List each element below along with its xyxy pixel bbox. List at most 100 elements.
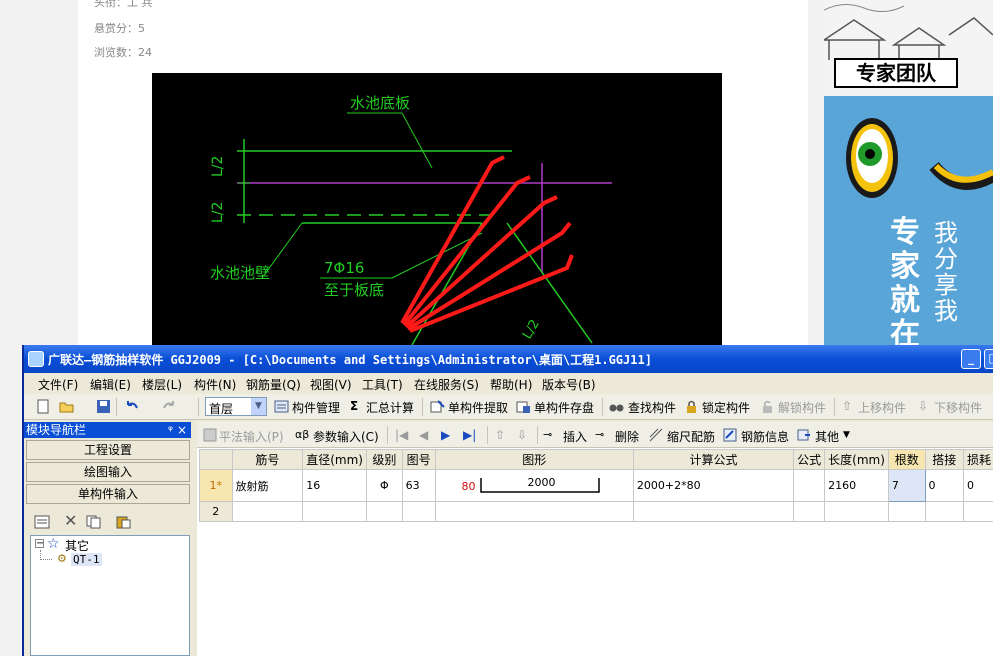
nav-drawing-input[interactable]: 绘图输入 (26, 462, 190, 482)
column-header-lap[interactable]: 搭接 (924, 449, 964, 470)
save-component-button[interactable]: 单构件存盘 (534, 399, 594, 416)
cell-lap[interactable]: 0 (924, 469, 964, 502)
component-manage-button[interactable]: 构件管理 (292, 399, 340, 416)
param-input-button[interactable]: 参数输入(C) (313, 428, 379, 445)
row-number[interactable]: 1* (199, 469, 233, 502)
page-gutter-right (808, 0, 824, 345)
copy-icon[interactable] (86, 515, 102, 529)
first-record-icon[interactable]: |◀ (395, 428, 408, 442)
cell-length[interactable] (824, 501, 889, 522)
rebar-info-button[interactable]: 钢筋信息 (741, 428, 789, 445)
cell-figure-no[interactable] (401, 501, 436, 522)
move-up-button[interactable]: 上移构件 (858, 399, 906, 416)
column-header-count[interactable]: 根数 (887, 449, 926, 470)
cell-lap[interactable] (924, 501, 964, 522)
properties-icon[interactable] (34, 515, 50, 529)
menu-rebar-qty[interactable]: 钢筋量(Q) (246, 376, 301, 393)
pin-icon[interactable]: ᵠ (168, 422, 173, 438)
cell-count[interactable] (887, 501, 926, 522)
maximize-button[interactable]: □ (984, 349, 993, 369)
column-header-bar-no[interactable]: 筋号 (231, 449, 304, 470)
column-header-diameter[interactable]: 直径(mm) (302, 449, 367, 470)
menu-tools[interactable]: 工具(T) (362, 376, 403, 393)
undo-icon[interactable] (124, 399, 139, 414)
new-file-icon[interactable] (36, 399, 51, 414)
paste-icon[interactable] (116, 515, 132, 529)
cell-shape[interactable]: 80 2000 (434, 469, 634, 502)
delete-icon[interactable]: ✕ (64, 511, 77, 530)
cell-loss[interactable]: 0 (962, 469, 993, 502)
rebar-grid-panel: 平法输入(P) αβ 参数输入(C) |◀ ◀ ▶ ▶| ⇧ ⇩ ⊸ 插入 ⊸ … (197, 422, 993, 656)
save-icon[interactable] (96, 399, 111, 414)
column-header-shape[interactable]: 图形 (434, 449, 634, 470)
table-row[interactable]: 1* 放射筋 16 Φ 63 80 2000 2000+2*80 2160 7 … (199, 469, 993, 502)
redo-icon[interactable] (162, 399, 177, 414)
window-title: 广联达—钢筋抽样软件 GGJ2009 - [C:\Documents and S… (48, 353, 652, 367)
floor-select[interactable]: 首层 ▼ (205, 397, 267, 416)
row-number[interactable]: 2 (199, 501, 233, 522)
tree-collapse-icon[interactable]: − (35, 539, 44, 549)
last-record-icon[interactable]: ▶| (463, 428, 476, 442)
next-record-icon[interactable]: ▶ (441, 428, 450, 442)
move-down-button[interactable]: 下移构件 (934, 399, 982, 416)
nav-single-component-input[interactable]: 单构件输入 (26, 484, 190, 504)
cell-formula-desc[interactable] (793, 501, 826, 522)
column-header-formula-desc[interactable]: 公式 (793, 449, 826, 470)
expert-promo-banner[interactable]: 专家就在 我分享我 (824, 96, 993, 346)
down-arrow-icon: ⇩ (918, 399, 929, 413)
minimize-button[interactable]: _ (961, 349, 981, 369)
cell-formula[interactable] (632, 501, 795, 522)
menu-component[interactable]: 构件(N) (194, 376, 236, 393)
row-down-icon[interactable]: ⇩ (517, 428, 527, 442)
menu-file[interactable]: 文件(F) (38, 376, 78, 393)
scale-rebar-button[interactable]: 缩尺配筋 (667, 428, 715, 445)
unlock-component-button[interactable]: 解锁构件 (778, 399, 826, 416)
cell-formula-desc[interactable] (793, 469, 826, 502)
cad-label-bar-note: 至于板底 (324, 281, 384, 299)
tree-node-qt1[interactable]: QT-1 (71, 553, 102, 566)
cell-grade[interactable]: Φ (366, 469, 403, 502)
cell-diameter[interactable]: 16 (302, 469, 367, 502)
column-header-loss[interactable]: 损耗 (962, 449, 993, 470)
expert-team-banner[interactable]: 专家团队 (824, 0, 993, 96)
row-up-icon[interactable]: ⇧ (495, 428, 505, 442)
cell-count[interactable]: 7 (887, 469, 926, 502)
post-reward: 悬赏分：5 (94, 22, 145, 35)
prev-record-icon[interactable]: ◀ (419, 428, 428, 442)
tree-node-other[interactable]: 其它 (65, 537, 89, 554)
cell-shape[interactable] (434, 501, 634, 522)
menu-floor[interactable]: 楼层(L) (142, 376, 182, 393)
menu-view[interactable]: 视图(V) (310, 376, 352, 393)
menu-help[interactable]: 帮助(H) (490, 376, 532, 393)
cell-loss[interactable] (962, 501, 993, 522)
menu-version[interactable]: 版本号(B) (542, 376, 596, 393)
menu-edit[interactable]: 编辑(E) (90, 376, 131, 393)
menu-online[interactable]: 在线服务(S) (414, 376, 479, 393)
toolbar-separator (537, 426, 538, 444)
sum-calc-button[interactable]: 汇总计算 (366, 399, 414, 416)
title-bar[interactable]: 广联达—钢筋抽样软件 GGJ2009 - [C:\Documents and S… (24, 345, 993, 373)
cell-formula[interactable]: 2000+2*80 (632, 469, 795, 502)
column-header-length[interactable]: 长度(mm) (824, 449, 889, 470)
other-menu-button[interactable]: 其他 (815, 428, 839, 445)
delete-button[interactable]: 删除 (615, 428, 639, 445)
lock-component-button[interactable]: 锁定构件 (702, 399, 750, 416)
close-icon[interactable]: × (177, 422, 187, 438)
column-header-formula[interactable]: 计算公式 (632, 449, 795, 470)
insert-button[interactable]: 插入 (563, 428, 587, 445)
cell-figure-no[interactable]: 63 (401, 469, 436, 502)
cell-diameter[interactable] (302, 501, 367, 522)
cell-length[interactable]: 2160 (824, 469, 889, 502)
component-icon: ⚙ (57, 552, 67, 565)
table-row[interactable]: 2 (199, 501, 993, 522)
find-component-button[interactable]: 查找构件 (628, 399, 676, 416)
column-header-figure-no[interactable]: 图号 (401, 449, 436, 470)
cell-bar-name[interactable]: 放射筋 (231, 469, 304, 502)
nav-project-settings[interactable]: 工程设置 (26, 440, 190, 460)
column-header-grade[interactable]: 级别 (366, 449, 403, 470)
flat-input-button[interactable]: 平法输入(P) (219, 428, 284, 445)
cell-grade[interactable] (366, 501, 403, 522)
extract-component-button[interactable]: 单构件提取 (448, 399, 508, 416)
open-folder-icon[interactable] (59, 399, 74, 414)
cell-bar-name[interactable] (231, 501, 304, 522)
